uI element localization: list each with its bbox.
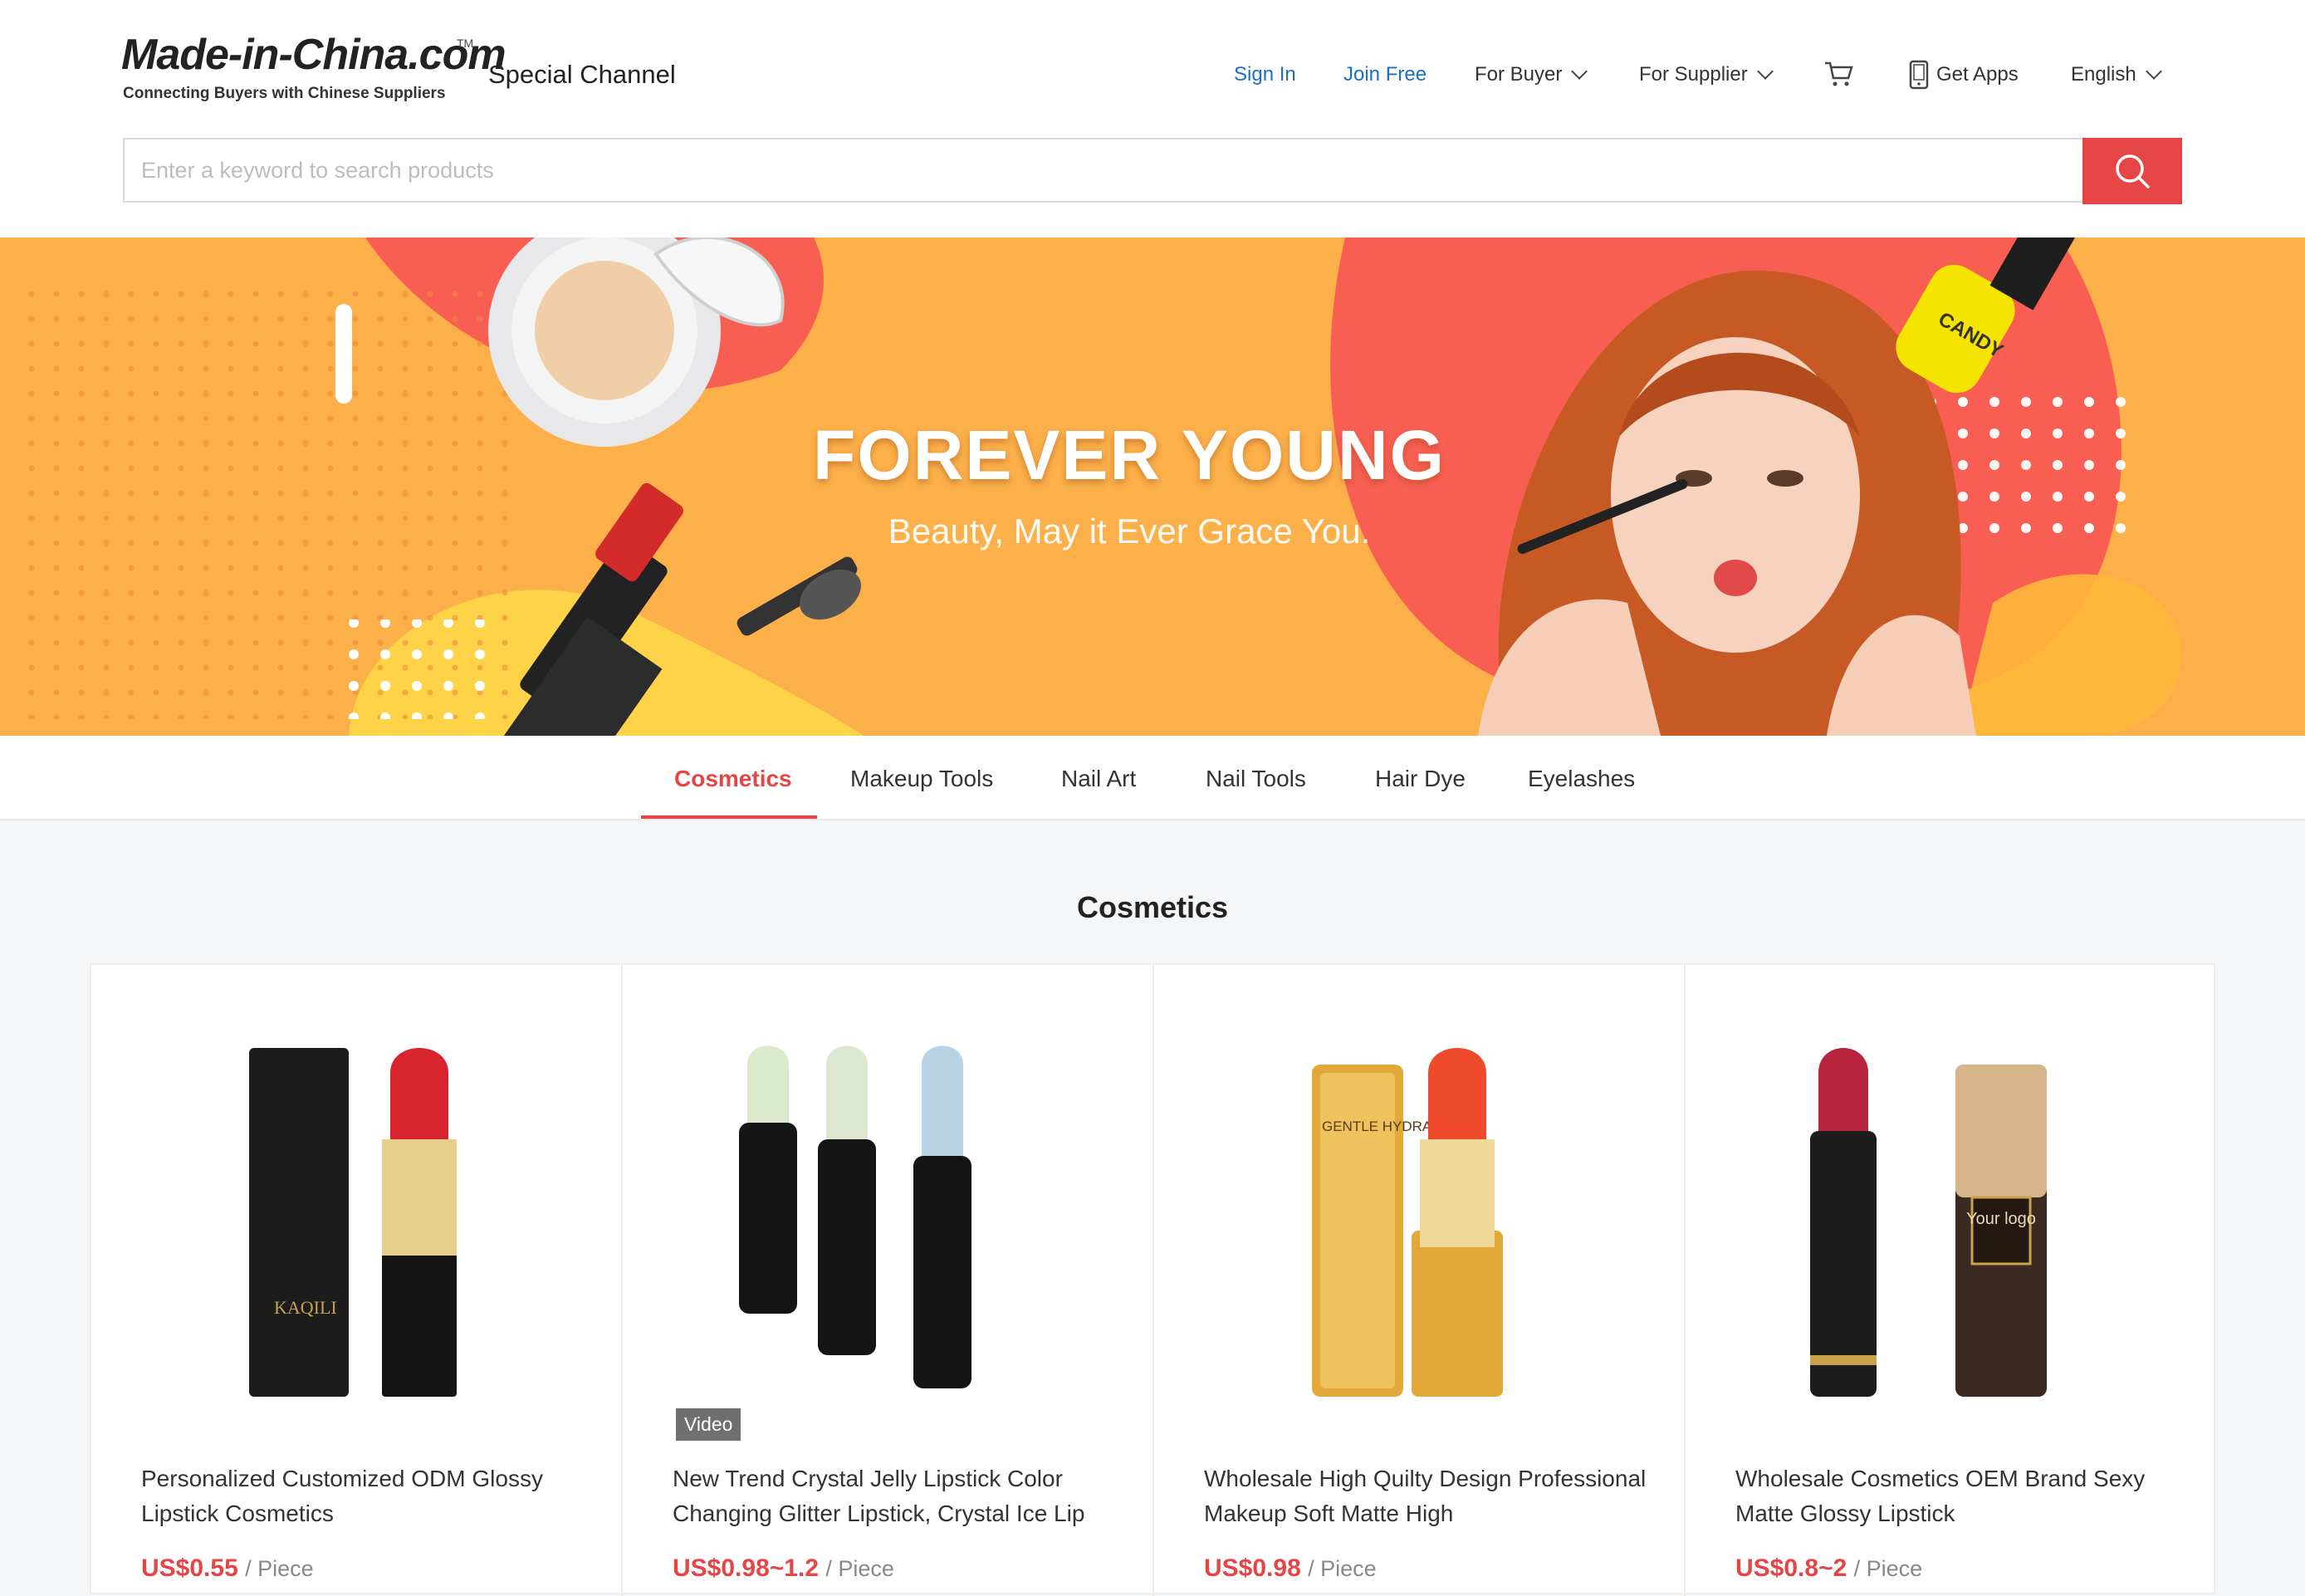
brand-label: GENTLE HYDRA — [1322, 1119, 1432, 1134]
for-supplier-label: For Supplier — [1639, 63, 1748, 86]
channel-label: Special Channel — [488, 60, 676, 89]
search-button[interactable] — [2082, 138, 2182, 204]
product-price: US$0.98~1.2 / Piece — [673, 1554, 894, 1583]
category-tabs: Cosmetics Makeup Tools Nail Art Nail Too… — [0, 736, 2305, 820]
product-card[interactable]: GENTLE HYDRA Wholesale High Quilty Desig… — [1154, 965, 1686, 1596]
price-unit: / Piece — [825, 1556, 894, 1581]
join-free-label: Join Free — [1343, 63, 1427, 86]
sign-in-label: Sign In — [1234, 63, 1296, 86]
product-image — [739, 1045, 971, 1388]
product-image: KAQILI — [249, 1048, 457, 1397]
product-image: Your logo — [1810, 1048, 2047, 1397]
banner-title: FOREVER YOUNG — [813, 416, 1446, 494]
product-title[interactable]: New Trend Crystal Jelly Lipstick Color C… — [673, 1461, 1121, 1531]
chevron-down-icon — [2145, 63, 2162, 80]
tab-nail-tools[interactable]: Nail Tools — [1206, 766, 1306, 792]
cart-icon — [1825, 61, 1853, 86]
product-image: GENTLE HYDRA — [1312, 1048, 1503, 1397]
get-apps-label: Get Apps — [1936, 63, 2019, 86]
logo-trademark: TM — [457, 37, 474, 50]
product-grid: KAQILI Personalized Customized ODM Gloss… — [90, 963, 2217, 1596]
price-value: US$0.55 — [141, 1554, 238, 1582]
section-title: Cosmetics — [1076, 890, 1229, 924]
site-header: Made-in-China.com TM Connecting Buyers w… — [0, 0, 2305, 237]
active-tab-indicator — [641, 815, 817, 819]
mobile-phone-icon — [1909, 60, 1929, 90]
price-value: US$0.98 — [1204, 1554, 1301, 1582]
price-value: US$0.8~2 — [1735, 1554, 1847, 1582]
logo-tagline: Connecting Buyers with Chinese Suppliers — [123, 85, 446, 102]
logo-wordmark: Made-in-China.com — [121, 31, 507, 79]
language-selector[interactable]: English — [2071, 63, 2162, 86]
product-card[interactable]: Video New Trend Crystal Jelly Lipstick C… — [623, 965, 1154, 1596]
price-unit: / Piece — [245, 1556, 314, 1581]
search-input[interactable] — [125, 140, 2082, 201]
product-title[interactable]: Wholesale Cosmetics OEM Brand Sexy Matte… — [1735, 1461, 2184, 1531]
banner-subtitle: Beauty, May it Ever Grace You. — [888, 512, 1371, 551]
join-free-link[interactable]: Join Free — [1343, 63, 1427, 86]
get-apps-link[interactable]: Get Apps — [1908, 60, 2019, 90]
tab-cosmetics[interactable]: Cosmetics — [674, 766, 792, 792]
product-title[interactable]: Wholesale High Quilty Design Professiona… — [1204, 1461, 1652, 1531]
tab-makeup-tools[interactable]: Makeup Tools — [850, 766, 993, 792]
brand-label: KAQILI — [274, 1297, 337, 1318]
product-title[interactable]: Personalized Customized ODM Glossy Lipst… — [141, 1461, 590, 1531]
chevron-down-icon — [1571, 63, 1588, 80]
video-badge: Video — [676, 1408, 741, 1441]
product-card[interactable]: KAQILI Personalized Customized ODM Gloss… — [91, 965, 623, 1596]
tab-hair-dye[interactable]: Hair Dye — [1375, 766, 1466, 792]
for-supplier-menu[interactable]: For Supplier — [1639, 63, 1774, 86]
search-field[interactable] — [123, 138, 2082, 203]
sign-in-link[interactable]: Sign In — [1234, 63, 1296, 86]
site-logo[interactable]: Made-in-China.com TM Connecting Buyers w… — [121, 30, 507, 110]
language-label: English — [2071, 63, 2136, 86]
cart-button[interactable] — [1823, 60, 1853, 88]
for-buyer-label: For Buyer — [1475, 63, 1563, 86]
price-value: US$0.98~1.2 — [673, 1554, 819, 1582]
price-unit: / Piece — [1853, 1556, 1923, 1581]
chevron-down-icon — [1756, 63, 1774, 80]
promo-banner[interactable]: CANDY FOREVER YOUNG Beauty, May it Ever … — [0, 237, 2305, 736]
product-card[interactable]: Your logo Wholesale Cosmetics OEM Brand … — [1686, 965, 2217, 1596]
logo-placeholder: Your logo — [1966, 1210, 2036, 1228]
price-unit: / Piece — [1308, 1556, 1377, 1581]
product-price: US$0.98 / Piece — [1204, 1554, 1377, 1583]
for-buyer-menu[interactable]: For Buyer — [1475, 63, 1588, 86]
product-price: US$0.55 / Piece — [141, 1554, 314, 1583]
search-icon — [2116, 154, 2150, 188]
tab-nail-art[interactable]: Nail Art — [1061, 766, 1136, 792]
product-price: US$0.8~2 / Piece — [1735, 1554, 1922, 1583]
tab-eyelashes[interactable]: Eyelashes — [1528, 766, 1635, 792]
